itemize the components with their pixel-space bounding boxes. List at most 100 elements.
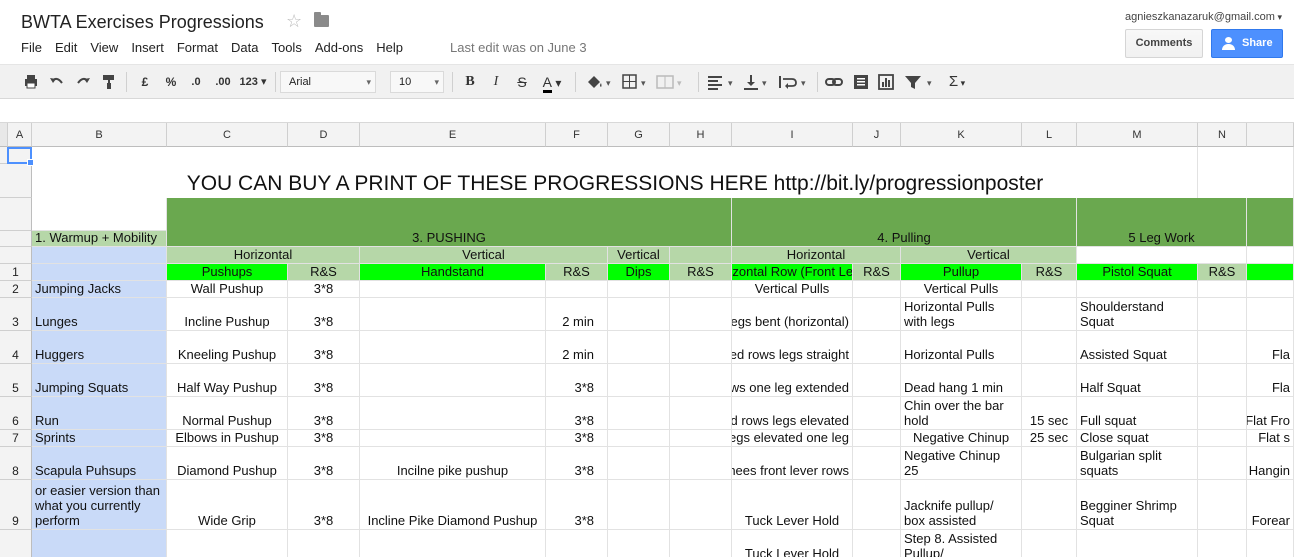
warmup-column-blank[interactable] bbox=[32, 264, 167, 281]
undo-icon[interactable] bbox=[48, 73, 66, 91]
warmup-exercise[interactable]: Jumping Squats bbox=[32, 364, 167, 397]
pushup-exercise[interactable]: Diamond Pushup bbox=[167, 447, 288, 480]
row-header-group[interactable] bbox=[0, 231, 32, 247]
dips-reps-sets[interactable] bbox=[670, 480, 732, 530]
font-family-select[interactable]: Arial bbox=[280, 71, 376, 93]
handstand-exercise[interactable] bbox=[360, 430, 546, 447]
redo-icon[interactable] bbox=[74, 73, 92, 91]
italic-button[interactable]: I bbox=[488, 73, 504, 91]
handstand-reps-sets[interactable] bbox=[546, 530, 608, 557]
warmup-spacer[interactable] bbox=[32, 198, 167, 231]
column-header-k[interactable]: K bbox=[901, 123, 1022, 147]
pullup-exercise[interactable]: Horizontal Pulls bbox=[901, 331, 1022, 364]
dips-reps-sets[interactable] bbox=[670, 530, 732, 557]
pistol-squat-reps-sets[interactable] bbox=[1198, 281, 1247, 298]
pullup-reps-sets[interactable] bbox=[1022, 480, 1077, 530]
pull-vertical-header[interactable]: Vertical bbox=[901, 247, 1077, 264]
pistol-squat-exercise[interactable]: Begginer Shrimp Squat bbox=[1077, 480, 1198, 530]
group-legs[interactable]: 5 Leg Work bbox=[1077, 198, 1247, 247]
insert-comment-icon[interactable] bbox=[852, 73, 870, 91]
column-header-i[interactable]: I bbox=[732, 123, 853, 147]
pushup-exercise[interactable]: Wide Grip bbox=[167, 480, 288, 530]
next-exercise[interactable]: Hangin bbox=[1247, 447, 1294, 480]
dips-reps-sets[interactable] bbox=[670, 447, 732, 480]
dips-reps-sets[interactable] bbox=[670, 281, 732, 298]
pullup-reps-sets[interactable] bbox=[1022, 281, 1077, 298]
pullup-reps-sets[interactable] bbox=[1022, 364, 1077, 397]
handstand-exercise[interactable] bbox=[360, 281, 546, 298]
column-header-f[interactable]: F bbox=[546, 123, 608, 147]
next-subheader-blank[interactable] bbox=[1247, 247, 1294, 264]
menu-help[interactable]: Help bbox=[376, 40, 403, 56]
row-exercise[interactable]: Inverted rows legs straight bbox=[732, 331, 853, 364]
pistol-squat-reps-sets[interactable] bbox=[1198, 530, 1247, 557]
warmup-exercise[interactable]: Run bbox=[32, 397, 167, 430]
row-exercise[interactable]: Inverted rows legs elevated bbox=[732, 397, 853, 430]
dips-reps-sets[interactable] bbox=[670, 364, 732, 397]
pistol-squat-reps-sets[interactable] bbox=[1198, 480, 1247, 530]
pushup-reps-sets[interactable] bbox=[288, 530, 360, 557]
pistol-squat-exercise[interactable]: Close squat bbox=[1077, 430, 1198, 447]
menu-edit[interactable]: Edit bbox=[55, 40, 77, 56]
pushup-exercise[interactable]: Half Way Pushup bbox=[167, 364, 288, 397]
pistol-squat-reps-sets[interactable] bbox=[1198, 331, 1247, 364]
column-header-h[interactable]: H bbox=[670, 123, 732, 147]
paint-format-icon[interactable] bbox=[100, 73, 118, 91]
row-reps-sets[interactable] bbox=[853, 430, 901, 447]
row-exercise[interactable]: Rows legs bent (horizontal) bbox=[732, 298, 853, 331]
pushup-reps-sets[interactable]: 3*8 bbox=[288, 298, 360, 331]
warmup-exercise[interactable] bbox=[32, 530, 167, 557]
dips-reps-sets[interactable] bbox=[670, 298, 732, 331]
row-header-banner[interactable] bbox=[0, 164, 32, 198]
pushup-reps-sets[interactable]: 3*8 bbox=[288, 331, 360, 364]
pull-horizontal-header[interactable]: Horizontal bbox=[732, 247, 901, 264]
pushup-reps-sets[interactable]: 3*8 bbox=[288, 397, 360, 430]
row-exercise[interactable]: Rows legs elevated one leg bbox=[732, 430, 853, 447]
row-header-spacer[interactable] bbox=[0, 198, 32, 231]
currency-format-button[interactable]: £ bbox=[138, 73, 152, 91]
pullup-reps-sets[interactable] bbox=[1022, 331, 1077, 364]
pullup-reps-sets[interactable]: 15 sec bbox=[1022, 397, 1077, 430]
column-title-k[interactable]: Pullup bbox=[901, 264, 1022, 281]
print-icon[interactable] bbox=[22, 73, 40, 91]
next-exercise[interactable]: Fla bbox=[1247, 364, 1294, 397]
row-reps-sets[interactable] bbox=[853, 281, 901, 298]
next-exercise[interactable] bbox=[1247, 281, 1294, 298]
pistol-squat-reps-sets[interactable] bbox=[1198, 397, 1247, 430]
comments-button[interactable]: Comments bbox=[1125, 29, 1203, 58]
pullup-exercise[interactable]: Vertical Pulls bbox=[901, 281, 1022, 298]
select-all-corner[interactable] bbox=[0, 123, 8, 147]
push-vertical-header[interactable]: Vertical bbox=[360, 247, 608, 264]
row-header-2[interactable]: 2 bbox=[0, 281, 32, 298]
dips-exercise[interactable] bbox=[608, 480, 670, 530]
bold-button[interactable]: B bbox=[462, 73, 478, 91]
decrease-decimal-button[interactable]: .0 bbox=[186, 73, 206, 91]
star-icon[interactable]: ☆ bbox=[286, 11, 302, 32]
warmup-header[interactable]: 1. Warmup + Mobility bbox=[32, 231, 167, 247]
handstand-exercise[interactable]: Incline Pike Diamond Pushup bbox=[360, 480, 546, 530]
pullup-exercise[interactable]: Chin over the bar hold bbox=[901, 397, 1022, 430]
pushup-reps-sets[interactable]: 3*8 bbox=[288, 480, 360, 530]
pullup-exercise[interactable]: Dead hang 1 min bbox=[901, 364, 1022, 397]
push-vertical2-header[interactable]: Vertical bbox=[608, 247, 670, 264]
percent-format-button[interactable]: % bbox=[163, 73, 179, 91]
pullup-reps-sets[interactable]: 25 sec bbox=[1022, 430, 1077, 447]
group-pushing[interactable]: 3. PUSHING bbox=[167, 198, 732, 247]
dips-reps-sets[interactable] bbox=[670, 430, 732, 447]
pullup-exercise[interactable]: Negative Chinup bbox=[901, 430, 1022, 447]
warmup-column-blank[interactable] bbox=[32, 247, 167, 264]
warmup-exercise[interactable]: Jumping Jacks bbox=[32, 281, 167, 298]
text-wrap-icon[interactable]: ▾ bbox=[777, 73, 811, 91]
row-exercise[interactable]: Tuck Lever Hold bbox=[732, 480, 853, 530]
column-header-e[interactable]: E bbox=[360, 123, 546, 147]
pushup-reps-sets[interactable]: 3*8 bbox=[288, 364, 360, 397]
row-reps-sets[interactable] bbox=[853, 298, 901, 331]
pushup-exercise[interactable]: Kneeling Pushup bbox=[167, 331, 288, 364]
row-reps-sets[interactable] bbox=[853, 480, 901, 530]
filter-icon[interactable]: ▾ bbox=[903, 73, 937, 91]
row-header-8[interactable]: 8 bbox=[0, 447, 32, 480]
pistol-squat-exercise[interactable]: Assisted Squat bbox=[1077, 331, 1198, 364]
warmup-exercise[interactable]: Huggers bbox=[32, 331, 167, 364]
column-header-n[interactable]: N bbox=[1198, 123, 1247, 147]
handstand-reps-sets[interactable]: 3*8 bbox=[546, 480, 608, 530]
